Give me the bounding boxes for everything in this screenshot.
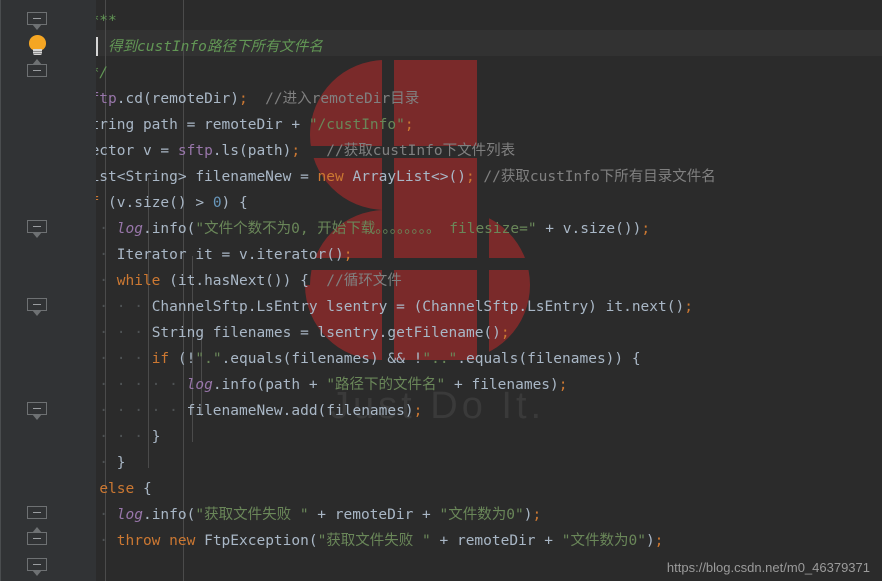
code-token: "文件个数不为0, 开始下载。。。。。。。。 filesize=" bbox=[195, 221, 537, 237]
code-token: + remoteDir + bbox=[308, 507, 440, 523]
code-token: } bbox=[116, 455, 126, 471]
code-token: ; bbox=[641, 221, 651, 237]
code-line[interactable]: · · · · · · · · ChannelSftp.LsEntry lsen… bbox=[0, 294, 693, 320]
code-token: + remoteDir + bbox=[430, 533, 562, 549]
code-token: new bbox=[169, 533, 196, 549]
code-token: ; bbox=[500, 325, 510, 341]
fold-marker-plainend[interactable] bbox=[27, 506, 47, 521]
lightbulb-icon[interactable] bbox=[29, 35, 46, 56]
code-token: log bbox=[116, 221, 143, 237]
code-token: Iterator it = v.iterator() bbox=[116, 247, 344, 263]
code-token: if bbox=[151, 351, 170, 367]
code-token: "/custInfo" bbox=[308, 117, 405, 133]
code-token: ChannelSftp.LsEntry lsentry = (ChannelSf… bbox=[151, 299, 685, 315]
code-line[interactable]: · · · · · · throw new FtpException("获取文件… bbox=[0, 528, 663, 554]
code-token: (v.size() > bbox=[99, 195, 213, 211]
code-token: .equals(filenames)) { bbox=[457, 351, 641, 367]
code-token: List<String> filenameNew = bbox=[81, 169, 318, 185]
code-token: { bbox=[134, 481, 152, 497]
code-token: ; bbox=[404, 117, 414, 133]
code-token: "文件数为0" bbox=[561, 533, 646, 549]
code-token: .info( bbox=[142, 507, 196, 523]
code-token: //获取custInfo下所有目录文件名 bbox=[474, 169, 716, 185]
text-caret bbox=[96, 37, 98, 56]
code-token: //进入remoteDir目录 bbox=[247, 91, 420, 107]
code-token: while bbox=[116, 273, 161, 289]
code-token: "获取文件失败 " bbox=[195, 507, 309, 523]
code-token: ; bbox=[343, 247, 353, 263]
code-token: .info( bbox=[142, 221, 196, 237]
fold-marker-start[interactable] bbox=[27, 558, 47, 576]
fold-marker-start[interactable] bbox=[27, 402, 47, 420]
fold-marker-end[interactable] bbox=[27, 59, 47, 79]
code-line[interactable]: · · · · List<String> filenameNew = new A… bbox=[0, 164, 716, 190]
code-token: sftp bbox=[177, 143, 213, 159]
code-token: new bbox=[317, 169, 344, 185]
fold-marker-end[interactable] bbox=[27, 527, 47, 547]
code-token: Vector v = bbox=[81, 143, 178, 159]
code-token: else bbox=[99, 481, 135, 497]
code-token: //循环文件 bbox=[308, 273, 402, 289]
code-token: log bbox=[116, 507, 143, 523]
code-token: + v.size()) bbox=[536, 221, 642, 237]
code-editor[interactable]: Just Do It. · · · · /***· · · · ·* 得到cus… bbox=[0, 0, 882, 581]
code-token: FtpException( bbox=[195, 533, 318, 549]
code-token: filenameNew.add(filenames) bbox=[186, 403, 414, 419]
code-token: .ls(path) bbox=[212, 143, 292, 159]
code-line[interactable]: · · · · · · log.info("文件个数不为0, 开始下载。。。。。… bbox=[0, 216, 650, 242]
code-token: "路径下的文件名" bbox=[326, 377, 446, 393]
code-token: ".." bbox=[422, 351, 458, 367]
code-token: + filenames) bbox=[445, 377, 559, 393]
code-token: ; bbox=[238, 91, 248, 107]
code-token: ) bbox=[645, 533, 655, 549]
code-text-layer[interactable]: · · · · /***· · · · ·* 得到custInfo路径下所有文件… bbox=[0, 0, 882, 581]
code-token: String path = remoteDir + bbox=[81, 117, 309, 133]
code-token: String filenames = lsentry.getFilename() bbox=[151, 325, 501, 341]
code-token: //获取custInfo下文件列表 bbox=[300, 143, 516, 159]
code-token: "." bbox=[195, 351, 222, 367]
fold-marker-start[interactable] bbox=[27, 220, 47, 238]
code-token: ) { bbox=[221, 195, 248, 211]
code-token: throw bbox=[116, 533, 161, 549]
blog-url-watermark: https://blog.csdn.net/m0_46379371 bbox=[666, 560, 870, 575]
code-token: 0 bbox=[212, 195, 222, 211]
code-token: .cd(remoteDir) bbox=[116, 91, 239, 107]
code-token: "文件数为0" bbox=[439, 507, 524, 523]
code-token: ; bbox=[291, 143, 301, 159]
code-token: ; bbox=[532, 507, 542, 523]
gutter-fold-rail bbox=[0, 0, 1, 581]
code-token: } bbox=[151, 429, 161, 445]
code-token: ArrayList<>() bbox=[343, 169, 466, 185]
code-token: ; bbox=[465, 169, 475, 185]
fold-marker-start[interactable] bbox=[27, 12, 47, 30]
code-token: .equals(filenames) && ! bbox=[221, 351, 423, 367]
code-token: ; bbox=[684, 299, 693, 315]
editor-gutter[interactable] bbox=[0, 0, 96, 581]
code-token: * 得到custInfo路径下所有文件名 bbox=[90, 39, 323, 55]
code-token: log bbox=[186, 377, 213, 393]
code-token: (it.hasNext()) { bbox=[160, 273, 309, 289]
code-line[interactable]: · · · · · · · · if (!".".equals(filename… bbox=[0, 346, 641, 372]
code-token: (! bbox=[169, 351, 196, 367]
code-token: .info(path + bbox=[212, 377, 327, 393]
code-token: ; bbox=[413, 403, 423, 419]
code-token: "获取文件失败 " bbox=[317, 533, 431, 549]
code-token: ; bbox=[558, 377, 568, 393]
fold-marker-start[interactable] bbox=[27, 298, 47, 316]
code-token: ; bbox=[654, 533, 664, 549]
